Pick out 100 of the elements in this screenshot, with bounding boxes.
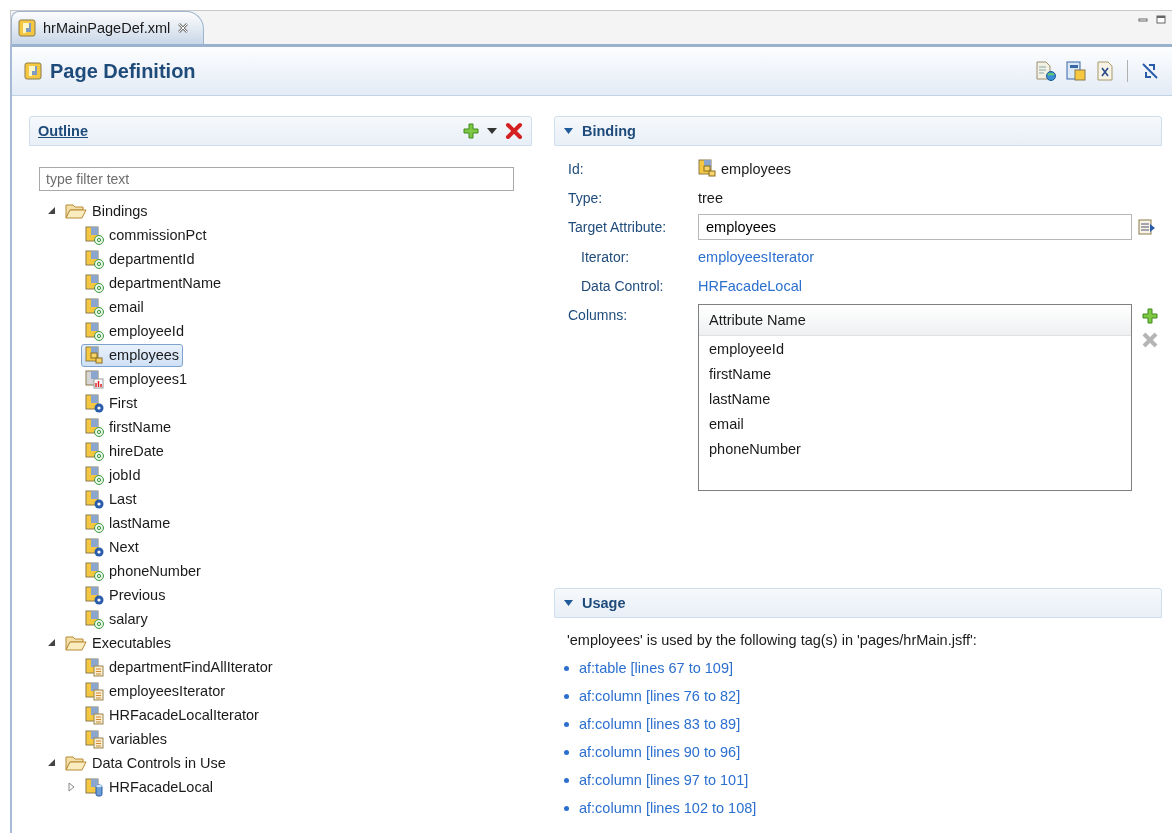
folder-icon: [65, 635, 87, 651]
folder-icon: [65, 203, 87, 219]
attribute-binding-icon: [85, 513, 104, 533]
section-title: Usage: [582, 595, 627, 611]
tree-binding-icon: [698, 159, 717, 178]
attribute-binding-icon: [85, 561, 104, 581]
graph-binding-icon: [85, 369, 104, 389]
target-attribute-field[interactable]: employees: [698, 214, 1132, 240]
data-control-link[interactable]: HRFacadeLocal: [698, 277, 802, 294]
expanded-arrow-icon[interactable]: [46, 638, 56, 648]
iterator-link[interactable]: employeesIterator: [698, 248, 815, 265]
section-title: Binding: [582, 123, 637, 139]
tree-item[interactable]: email: [81, 295, 148, 319]
page-file-icon: [18, 19, 36, 37]
iterator-binding-icon: [85, 729, 104, 749]
tree-item[interactable]: Data Controls in Use: [61, 753, 230, 773]
tree-item[interactable]: departmentId: [81, 247, 199, 271]
usage-link[interactable]: af:column [lines 90 to 96]: [579, 744, 741, 760]
usage-link[interactable]: af:table [lines 67 to 109]: [579, 660, 733, 676]
bullet: [564, 721, 569, 727]
field-label: Iterator:: [580, 247, 631, 267]
filter-field[interactable]: type filter text: [39, 167, 514, 191]
tree-item[interactable]: departmentFindAllIterator: [81, 655, 277, 679]
tree-item[interactable]: lastName: [81, 511, 175, 535]
attribute-binding-icon: [85, 225, 104, 245]
tree-item[interactable]: HRFacadeLocalIterator: [81, 703, 263, 727]
tree-item[interactable]: employees: [81, 343, 184, 367]
maximize-icon[interactable]: [1156, 15, 1166, 25]
bullet: [564, 693, 569, 699]
usage-description: 'employees' is used by the following tag(s) in 'pages/hrMain.jsff':: [566, 631, 978, 648]
tree-item[interactable]: HRFacadeLocal: [81, 775, 217, 799]
datacontrol-binding-icon: [85, 777, 104, 797]
table-cell[interactable]: firstName: [699, 361, 1131, 386]
tree-item[interactable]: employeeId: [81, 319, 188, 343]
close-icon[interactable]: [177, 22, 190, 34]
table-cell[interactable]: lastName: [699, 386, 1131, 411]
tree-item[interactable]: Previous: [81, 583, 170, 607]
tree-item[interactable]: phoneNumber: [81, 559, 205, 583]
add-icon[interactable]: [463, 123, 479, 139]
attribute-binding-icon: [85, 609, 104, 629]
attribute-binding-icon: [85, 273, 104, 293]
tree-item[interactable]: Last: [81, 487, 141, 511]
tree-item[interactable]: jobId: [81, 463, 145, 487]
field-label: Id:: [568, 159, 585, 179]
tree-item[interactable]: First: [81, 391, 142, 415]
type-value: tree: [698, 188, 724, 208]
usage-link[interactable]: af:column [lines 102 to 108]: [579, 800, 757, 816]
tree-item[interactable]: firstName: [81, 415, 176, 439]
tree-item[interactable]: departmentName: [81, 271, 226, 295]
table-cell[interactable]: phoneNumber: [699, 436, 1131, 461]
action-binding-icon: [85, 489, 104, 509]
collapsed-arrow-icon[interactable]: [66, 782, 76, 792]
expanded-arrow-icon[interactable]: [46, 206, 56, 216]
tree-item[interactable]: salary: [81, 607, 152, 631]
bullet: [564, 749, 569, 755]
iterator-binding-icon: [85, 705, 104, 725]
tree-item[interactable]: Next: [81, 535, 143, 559]
field-label: Target Attribute:: [568, 218, 668, 237]
bullet: [564, 665, 569, 671]
iterator-binding-icon: [85, 681, 104, 701]
tree-item[interactable]: employees1: [81, 367, 192, 391]
table-cell[interactable]: email: [699, 411, 1131, 436]
table-cell[interactable]: employeeId: [699, 336, 1131, 361]
tree-item[interactable]: Bindings: [61, 201, 152, 221]
bullet: [564, 777, 569, 783]
action-binding-icon: [85, 393, 104, 413]
tree-binding-icon: [85, 345, 104, 365]
attribute-binding-icon: [85, 321, 104, 341]
attribute-binding-icon: [85, 297, 104, 317]
iterator-binding-icon: [85, 657, 104, 677]
caret-icon: [563, 127, 574, 135]
expanded-arrow-icon[interactable]: [46, 758, 56, 768]
field-label: Data Control:: [580, 276, 665, 296]
bullet: [564, 805, 569, 811]
outline-title: Outline: [38, 123, 89, 139]
field-label: Type:: [568, 188, 604, 208]
page-title: Page Definition: [50, 59, 197, 83]
folder-icon: [65, 755, 87, 771]
attribute-binding-icon: [85, 441, 104, 461]
attribute-binding-icon: [85, 249, 104, 269]
attribute-binding-icon: [85, 465, 104, 485]
attribute-binding-icon: [85, 417, 104, 437]
caret-icon: [563, 599, 574, 607]
usage-link[interactable]: af:column [lines 97 to 101]: [579, 772, 749, 788]
usage-link[interactable]: af:column [lines 83 to 89]: [579, 716, 741, 732]
dropdown-caret-icon[interactable]: [487, 128, 497, 134]
editor-tab[interactable]: hrMainPageDef.xml: [11, 11, 205, 44]
tree-item[interactable]: variables: [81, 727, 172, 751]
tree-item[interactable]: hireDate: [81, 439, 168, 463]
tree-item[interactable]: Executables: [61, 633, 175, 653]
id-value: employees: [721, 160, 792, 177]
delete-icon[interactable]: [505, 122, 523, 140]
page-definition-icon: [24, 62, 42, 80]
tree-item[interactable]: commissionPct: [81, 223, 211, 247]
field-label: Columns:: [568, 305, 629, 325]
document-globe-icon[interactable]: [1035, 61, 1057, 81]
usage-link[interactable]: af:column [lines 76 to 82]: [579, 688, 741, 704]
action-binding-icon: [85, 537, 104, 557]
action-binding-icon: [85, 585, 104, 605]
tree-item[interactable]: employeesIterator: [81, 679, 230, 703]
